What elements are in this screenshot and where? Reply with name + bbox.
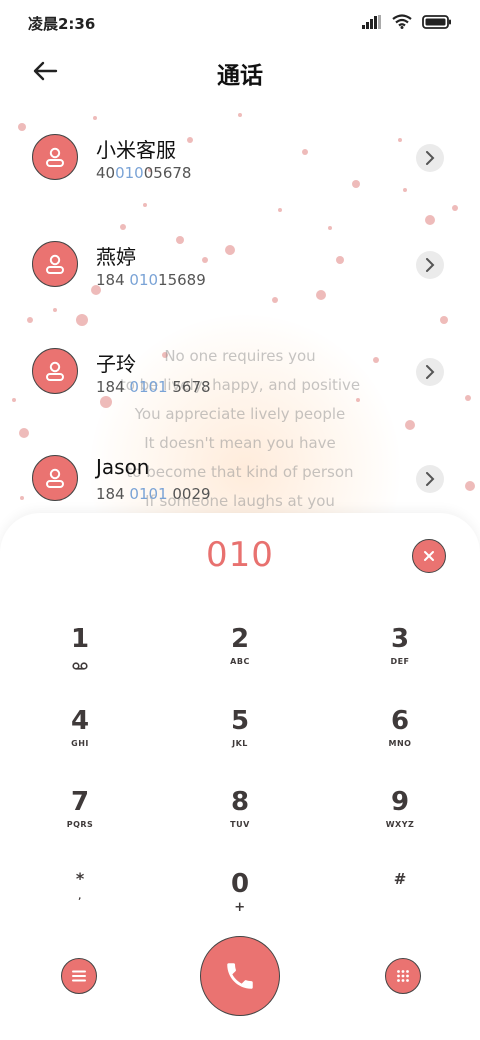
contact-item[interactable]: 燕婷 184 01015689 — [0, 217, 480, 317]
key-star[interactable]: * , — [20, 868, 140, 938]
person-icon — [46, 361, 64, 381]
key-2[interactable]: 2 ABC — [180, 623, 300, 693]
key-letters: GHI — [71, 739, 89, 748]
number-part: 15689 — [158, 271, 206, 289]
key-0[interactable]: 0 + — [180, 868, 300, 938]
contact-number: 4001005678 — [96, 164, 191, 182]
key-digit: 1 — [70, 624, 90, 654]
key-8[interactable]: 8 TUV — [180, 786, 300, 856]
close-icon — [424, 551, 434, 561]
status-time: 凌晨2:36 — [28, 15, 96, 33]
contact-item[interactable]: 小米客服 4001005678 — [0, 110, 480, 210]
chevron-right-icon — [426, 472, 435, 486]
contact-number: 184 0101 0029 — [96, 485, 211, 503]
number-part: 40 — [96, 164, 116, 182]
number-part: 05678 — [143, 164, 192, 182]
avatar — [32, 241, 78, 287]
person-icon — [46, 468, 64, 488]
avatar — [32, 134, 78, 180]
number-match: 010 — [129, 271, 159, 289]
dialer-panel: 010 1 2 ABC 3 DEF 4 GHI 5 JKL 6 MNO 7 PQ… — [0, 513, 480, 1040]
chevron-right-icon — [426, 151, 435, 165]
key-digit: 2 — [230, 624, 250, 654]
avatar — [32, 455, 78, 501]
key-letters: DEF — [390, 657, 410, 666]
person-icon — [46, 254, 64, 274]
key-digit: 3 — [390, 624, 410, 654]
clear-button[interactable] — [412, 539, 446, 573]
number-match: 010 — [115, 164, 144, 182]
key-letters: WXYZ — [385, 820, 415, 829]
key-letters: TUV — [230, 820, 250, 829]
key-digit: 0 — [230, 869, 250, 899]
keypad-icon — [397, 970, 409, 982]
key-6[interactable]: 6 MNO — [340, 705, 460, 775]
key-4[interactable]: 4 GHI — [20, 705, 140, 775]
contact-detail-button[interactable] — [416, 465, 444, 493]
contact-name: 燕婷 — [96, 245, 136, 269]
number-part: 5678 — [167, 378, 211, 396]
key-letters: ABC — [230, 657, 250, 666]
menu-icon — [72, 970, 86, 982]
key-digit: * — [75, 869, 85, 888]
key-1[interactable]: 1 — [20, 623, 140, 693]
key-digit: 6 — [390, 706, 410, 736]
chevron-right-icon — [426, 365, 435, 379]
menu-button[interactable] — [61, 958, 97, 994]
key-digit: 5 — [230, 706, 250, 736]
key-digit: 8 — [230, 787, 250, 817]
page-title: 通话 — [217, 63, 263, 89]
signal-icon — [362, 14, 381, 29]
person-icon — [46, 147, 64, 167]
number-part: 184 — [96, 271, 130, 289]
key-letters: , — [78, 892, 82, 901]
key-7[interactable]: 7 PQRS — [20, 786, 140, 856]
key-5[interactable]: 5 JKL — [180, 705, 300, 775]
number-match: 0101 — [129, 378, 168, 396]
contact-item[interactable]: 子玲 184 0101 5678 — [0, 324, 480, 424]
contact-detail-button[interactable] — [416, 144, 444, 172]
phone-icon — [227, 963, 253, 989]
contact-detail-button[interactable] — [416, 358, 444, 386]
key-digit: 4 — [70, 706, 90, 736]
wifi-icon — [392, 14, 412, 29]
contact-detail-button[interactable] — [416, 251, 444, 279]
key-digit: # — [393, 870, 407, 888]
contact-name: 小米客服 — [96, 138, 176, 162]
number-part: 184 — [96, 485, 130, 503]
header: 通话 — [0, 44, 480, 100]
dial-number-display[interactable]: 010 — [0, 535, 480, 575]
number-part: 184 — [96, 378, 130, 396]
contact-number: 184 01015689 — [96, 271, 206, 289]
key-hash[interactable]: # — [340, 868, 460, 938]
battery-icon — [422, 14, 451, 29]
contact-name: 子玲 — [96, 352, 136, 376]
key-letters: PQRS — [66, 820, 94, 829]
voicemail-icon — [72, 662, 88, 670]
number-match: 0101 — [129, 485, 168, 503]
key-letters: JKL — [232, 739, 248, 748]
key-digit: 7 — [70, 787, 90, 817]
avatar — [32, 348, 78, 394]
key-letters: + — [234, 900, 246, 915]
status-bar: 凌晨2:36 — [0, 0, 480, 44]
call-button[interactable] — [200, 936, 280, 1016]
contact-name: Jason — [96, 455, 150, 479]
contact-number: 184 0101 5678 — [96, 378, 211, 396]
key-9[interactable]: 9 WXYZ — [340, 786, 460, 856]
key-3[interactable]: 3 DEF — [340, 623, 460, 693]
key-letters: MNO — [388, 739, 412, 748]
status-icons — [362, 14, 452, 29]
key-digit: 9 — [390, 787, 410, 817]
keypad-toggle-button[interactable] — [385, 958, 421, 994]
number-part: 0029 — [167, 485, 211, 503]
chevron-right-icon — [426, 258, 435, 272]
